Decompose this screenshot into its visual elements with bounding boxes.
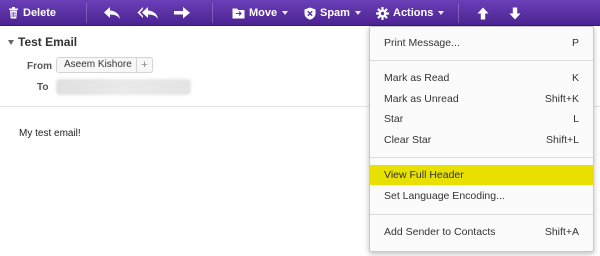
arrow-down-icon [509,7,521,20]
menu-item-mark-as-unread[interactable]: Mark as Unread Shift+K [370,89,593,109]
delete-button[interactable]: Delete [8,0,56,26]
trash-icon [8,7,19,19]
menu-divider [370,214,593,215]
email-body: My test email! [19,128,81,139]
toolbar-divider [212,3,213,23]
reply-all-button[interactable] [137,0,159,26]
menu-item-label: Star [384,113,404,125]
actions-button[interactable]: Actions [376,0,445,26]
menu-item-shortcut: Shift+L [546,134,579,146]
menu-divider [370,60,593,61]
actions-label: Actions [393,7,434,19]
menu-item-add-sender-to-contacts[interactable]: Add Sender to Contacts Shift+A [370,222,593,242]
sender-name: Aseem Kishore [64,59,132,70]
menu-item-shortcut: L [573,113,579,125]
menu-item-label: Print Message... [384,37,460,49]
collapse-arrow-icon[interactable] [8,40,14,45]
menu-item-view-full-header[interactable]: View Full Header [370,165,593,185]
menu-item-set-language-encoding[interactable]: Set Language Encoding... [370,186,593,206]
forward-button[interactable] [173,0,191,26]
menu-item-shortcut: Shift+K [544,93,579,105]
reply-button[interactable] [103,0,121,26]
move-button[interactable]: Move [232,0,289,26]
toolbar: Delete Move Spam Actions [0,0,600,26]
menu-item-shortcut: K [571,72,579,84]
arrow-up-icon [477,7,489,20]
menu-item-label: Set Language Encoding... [384,190,505,202]
toolbar-divider [86,3,87,23]
from-label: From [27,61,52,72]
spam-shield-icon [304,7,316,20]
menu-item-star[interactable]: Star L [370,109,593,129]
toolbar-divider [458,3,459,23]
to-label: To [37,82,49,93]
menu-item-clear-star[interactable]: Clear Star Shift+L [370,130,593,150]
menu-item-label: View Full Header [384,169,464,181]
spam-button[interactable]: Spam [304,0,361,26]
actions-menu: Print Message... P Mark as Read K Mark a… [369,26,594,252]
forward-icon [173,6,191,20]
spam-label: Spam [320,7,350,19]
menu-divider [370,157,593,158]
previous-message-button[interactable] [477,0,489,26]
email-subject: Test Email [18,35,78,49]
recipient-redacted [56,79,191,95]
reply-icon [103,6,121,20]
menu-item-label: Clear Star [384,134,432,146]
next-message-button[interactable] [509,0,521,26]
chevron-down-icon [438,11,445,15]
menu-item-label: Add Sender to Contacts [384,226,496,238]
chevron-down-icon [282,11,289,15]
gear-icon [376,6,389,20]
chevron-down-icon [354,11,361,15]
menu-item-print-message[interactable]: Print Message... P [370,33,593,53]
menu-item-mark-as-read[interactable]: Mark as Read K [370,68,593,88]
menu-item-shortcut: Shift+A [544,226,579,238]
delete-label: Delete [23,7,57,19]
menu-item-label: Mark as Read [384,72,450,84]
add-contact-icon[interactable]: + [136,58,152,72]
move-label: Move [249,7,278,19]
menu-item-label: Mark as Unread [384,93,459,105]
menu-item-shortcut: P [571,37,579,49]
sender-chip[interactable]: Aseem Kishore + [56,57,153,73]
reply-all-icon [137,6,159,20]
folder-icon [232,7,245,19]
